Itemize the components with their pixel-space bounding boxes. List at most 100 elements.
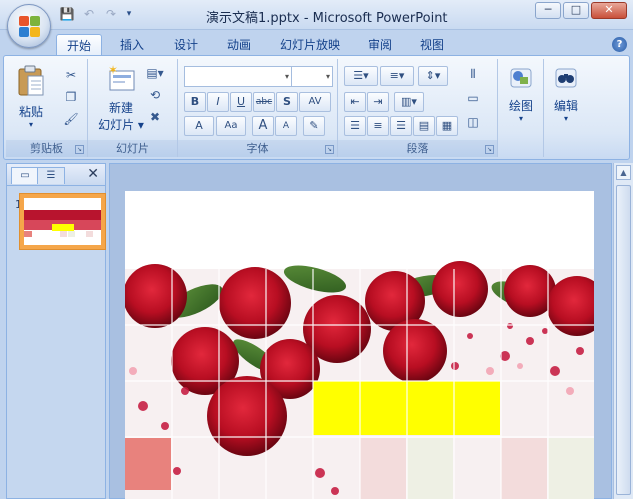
copy-icon[interactable]: ❐ (62, 89, 80, 105)
light-green-cell-2 (548, 438, 594, 499)
office-button[interactable] (7, 4, 51, 48)
group-paragraph: ☰▾ ≡▾ ⇕▾ ⦀ ⇤ ⇥ ▥▾ ▭ ☰ ≡ ☰ ▤ ▦ ◫ 段落 ↘ (338, 59, 498, 157)
help-icon[interactable]: ? (612, 37, 627, 52)
align-text-icon[interactable]: ▭ (464, 90, 482, 106)
group-slides: ✶ 新建 幻灯片 ▾ ▤▾ ⟲ ✖ 幻灯片 (88, 59, 178, 157)
undo-icon[interactable]: ↶ (80, 6, 98, 22)
text-direction-icon[interactable]: ⦀ (464, 66, 482, 82)
close-button[interactable]: ✕ (591, 2, 627, 19)
tab-design[interactable]: 设计 (164, 34, 208, 56)
editing-label: 编辑 (553, 99, 578, 113)
redo-icon[interactable]: ↷ (102, 6, 120, 22)
vertical-scrollbar[interactable]: ▲ (613, 163, 633, 499)
slide-thumbnail-content (24, 198, 101, 245)
font-size-combo[interactable]: ▾ (291, 66, 333, 87)
delete-slide-icon[interactable]: ✖ (146, 109, 164, 125)
layout-icon[interactable]: ▤▾ (146, 65, 164, 81)
new-slide-label-2: 幻灯片 ▾ (98, 118, 144, 132)
paste-button[interactable]: 粘贴 ▾ (12, 65, 50, 129)
scrollbar-thumb[interactable] (616, 185, 631, 495)
new-slide-label-1: 新建 (108, 101, 133, 115)
group-font: ▾ ▾ B I U abc S AV A Aa A A ✎ 字体 ↘ (178, 59, 338, 157)
clipboard-launcher-icon[interactable]: ↘ (75, 145, 84, 154)
justify-button[interactable]: ▤ (413, 116, 435, 136)
align-left-button[interactable]: ☰ (344, 116, 366, 136)
italic-button[interactable]: I (207, 92, 229, 112)
cut-icon[interactable]: ✂ (62, 67, 80, 83)
maximize-button[interactable]: □ (563, 2, 589, 19)
ribbon-tabs: 开始 插入 设计 动画 幻灯片放映 审阅 视图 ? (0, 30, 633, 56)
clear-format-button[interactable]: ✎ (303, 116, 325, 136)
shrink-font-button[interactable]: A (275, 116, 297, 136)
shadow-button[interactable]: S (276, 92, 298, 112)
customize-qat-icon[interactable]: ▾ (124, 6, 134, 22)
underline-button[interactable]: U (230, 92, 252, 112)
shapes-icon (510, 68, 532, 88)
reset-icon[interactable]: ⟲ (146, 87, 164, 103)
tab-slides-view[interactable]: ▭ (11, 167, 39, 184)
slide-background: ▂▂▂ (125, 261, 594, 499)
smartart-icon[interactable]: ◫ (464, 114, 482, 130)
office-logo-icon (19, 16, 41, 38)
light-pink-cell-2 (501, 438, 547, 499)
bold-button[interactable]: B (184, 92, 206, 112)
tab-outline-view[interactable]: ☰ (37, 167, 65, 184)
tab-view[interactable]: 视图 (410, 34, 454, 56)
align-right-button[interactable]: ☰ (390, 116, 412, 136)
font-launcher-icon[interactable]: ↘ (325, 145, 334, 154)
slides-pane: ▭ ☰ ✕ 1 (6, 163, 106, 499)
svg-text:✶: ✶ (108, 63, 118, 77)
tab-slideshow[interactable]: 幻灯片放映 (270, 34, 350, 56)
char-spacing-button[interactable]: AV (299, 92, 331, 112)
slide-thumbnail[interactable] (19, 193, 106, 250)
close-pane-icon[interactable]: ✕ (87, 166, 99, 182)
format-painter-icon[interactable]: 🖌 (62, 111, 80, 127)
slides-group-label: 幻灯片 (88, 140, 177, 157)
drawing-button[interactable]: 绘图 ▾ (503, 65, 539, 123)
font-name-combo[interactable]: ▾ (184, 66, 292, 87)
font-group-label: 字体 (178, 140, 337, 157)
title-bar: 💾 ↶ ↷ ▾ 演示文稿1.pptx - Microsoft PowerPoin… (0, 0, 633, 30)
decrease-indent-button[interactable]: ⇤ (344, 92, 366, 112)
minimize-button[interactable]: ─ (535, 2, 561, 19)
tab-home[interactable]: 开始 (56, 34, 103, 56)
editing-button[interactable]: 编辑 ▾ (548, 65, 584, 123)
font-color-button[interactable]: A (184, 116, 214, 136)
drawing-label: 绘图 (508, 99, 533, 113)
paste-label: 粘贴 (18, 105, 43, 119)
new-slide-button[interactable]: ✶ 新建 幻灯片 ▾ (92, 63, 150, 133)
line-spacing-button[interactable]: ⇕▾ (418, 66, 448, 86)
scroll-up-icon[interactable]: ▲ (616, 165, 631, 180)
group-clipboard: 粘贴 ▾ ✂ ❐ 🖌 剪贴板 ↘ (6, 59, 88, 157)
paragraph-group-label: 段落 (338, 140, 497, 157)
light-green-cell-1 (407, 438, 453, 499)
thumbnail-preview (24, 210, 101, 237)
quick-access-toolbar: 💾 ↶ ↷ ▾ (58, 6, 134, 22)
increase-indent-button[interactable]: ⇥ (367, 92, 389, 112)
pink-cell (125, 438, 171, 490)
change-case-button[interactable]: Aa (216, 116, 246, 136)
strikethrough-button[interactable]: abc (253, 92, 275, 112)
slides-pane-tabs: ▭ ☰ ✕ (7, 164, 105, 186)
distributed-button[interactable]: ▦ (436, 116, 458, 136)
grow-font-button[interactable]: A (252, 116, 274, 136)
tab-insert[interactable]: 插入 (110, 34, 154, 56)
window-controls: ─ □ ✕ (535, 2, 627, 19)
columns-button[interactable]: ▥▾ (394, 92, 424, 112)
align-center-button[interactable]: ≡ (367, 116, 389, 136)
group-editing: 编辑 ▾ (544, 59, 588, 157)
bullets-button[interactable]: ☰▾ (344, 66, 378, 86)
tab-animations[interactable]: 动画 (217, 34, 261, 56)
group-drawing: 绘图 ▾ (498, 59, 544, 157)
ribbon: 粘贴 ▾ ✂ ❐ 🖌 剪贴板 ↘ ✶ 新建 幻灯片 ▾ ▤▾ ⟲ ✖ 幻灯片 ▾… (3, 55, 630, 160)
slide-canvas[interactable]: ▂▂▂ (125, 191, 594, 499)
paste-icon (18, 65, 44, 96)
svg-text:▂▂▂: ▂▂▂ (339, 488, 392, 499)
new-slide-icon: ✶ (108, 63, 135, 91)
tab-review[interactable]: 审阅 (358, 34, 402, 56)
window-title: 演示文稿1.pptx - Microsoft PowerPoint (206, 11, 448, 26)
binoculars-icon (555, 68, 577, 88)
paragraph-launcher-icon[interactable]: ↘ (485, 145, 494, 154)
numbering-button[interactable]: ≡▾ (380, 66, 414, 86)
save-icon[interactable]: 💾 (58, 6, 76, 22)
